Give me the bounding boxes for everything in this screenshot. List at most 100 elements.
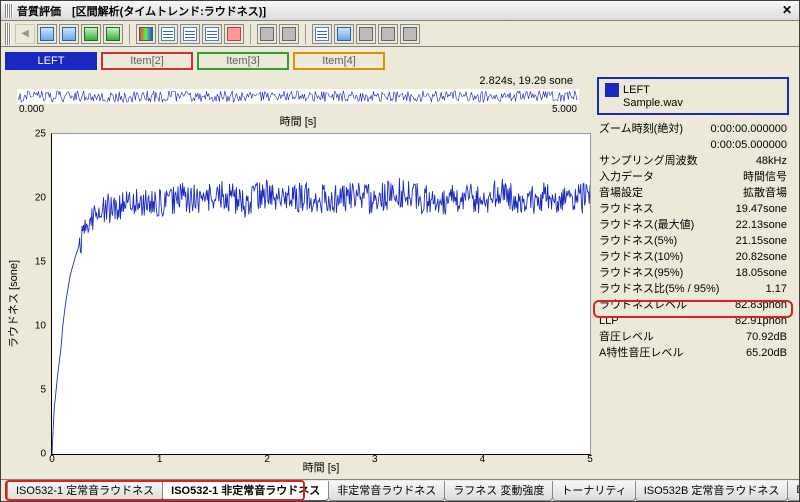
prev-button: ◀ (15, 24, 35, 44)
overview-waveform[interactable] (17, 89, 579, 104)
toolbar-grip[interactable] (5, 23, 11, 45)
info-row: ラウドネス(最大値)22.13sone (597, 217, 789, 233)
gradient-icon (139, 27, 153, 41)
plot-column: 2.824s, 19.29 sone 0.000 5.000 時間 [s] (5, 75, 591, 475)
info-key: ズーム時刻(絶対) (599, 122, 683, 136)
x-tick: 0 (49, 454, 55, 465)
y-tick: 5 (40, 385, 46, 396)
y-tick: 0 (40, 449, 46, 460)
info-value: 拡散音場 (743, 186, 787, 200)
legend-item-2[interactable]: Item[2] (101, 52, 193, 70)
info-value: 1.17 (766, 282, 787, 296)
info-legend-name: LEFT (623, 84, 650, 96)
info-value: 18.05sone (736, 266, 787, 280)
overlay-button[interactable] (103, 24, 123, 44)
cursor-button[interactable] (257, 24, 277, 44)
x-tick: 1 (157, 454, 163, 465)
prev-icon: ◀ (21, 28, 29, 39)
legend-item-4[interactable]: Item[4] (293, 52, 385, 70)
stack-icon (359, 27, 373, 41)
info-key: ラウドネス (599, 202, 654, 216)
series-legend-row: LEFT Item[2] Item[3] Item[4] (5, 51, 795, 71)
stack-button-2[interactable] (378, 24, 398, 44)
spectrum-icon (161, 27, 175, 41)
cursor-readout: 2.824s, 19.29 sone (5, 75, 591, 89)
info-legend-file: Sample.wav (605, 97, 781, 109)
info-row: A特性音圧レベル65.20dB (597, 345, 789, 361)
tab[interactable]: トーナリティ (552, 481, 635, 501)
plot-icon (315, 27, 329, 41)
tab[interactable]: ラフネス 変動強度 (444, 481, 553, 501)
range-icon (282, 27, 296, 41)
tab[interactable]: ISO532B 定常音ラウドネス (635, 481, 789, 501)
range-button[interactable] (279, 24, 299, 44)
info-key: 音圧レベル (599, 330, 654, 344)
legend-item-3[interactable]: Item[3] (197, 52, 289, 70)
info-row: ラウドネスレベル82.83phon (597, 297, 789, 313)
plot-button-1[interactable] (158, 24, 178, 44)
info-row: 入力データ 時間信号 (597, 169, 789, 185)
x-tick: 2 (264, 454, 270, 465)
x-tick: 3 (372, 454, 378, 465)
document-icon (40, 27, 54, 41)
close-icon: ✕ (782, 3, 792, 17)
info-value: 0:00:05.000000 (711, 138, 787, 152)
tab-bar: ISO532-1 定常音ラウドネスISO532-1 非定常音ラウドネス非定常音ラ… (1, 479, 799, 501)
doc-button-1[interactable] (37, 24, 57, 44)
info-row: ラウドネス比(5% / 95%) 1.17 (597, 281, 789, 297)
info-row: 0:00:05.000000 (597, 137, 789, 153)
info-value: 22.13sone (736, 218, 787, 232)
cursor-icon (260, 27, 274, 41)
window: 音質評価 [区間解析(タイムトレンド:ラウドネス)] ✕ ◀ LEFT Item… (0, 0, 800, 502)
info-value: 0:00:00.000000 (711, 122, 787, 136)
toolbar-separator (129, 24, 130, 44)
toolbar: ◀ (1, 21, 799, 47)
properties-button[interactable] (334, 24, 354, 44)
info-legend-swatch (605, 83, 619, 97)
expand-button[interactable] (400, 24, 420, 44)
stack-multi-icon (381, 27, 395, 41)
main-plot-wrap: ラウドネス [sone] 2520151050 012345 時間 [s] (5, 133, 591, 475)
plot-button-2[interactable] (180, 24, 200, 44)
info-panel: LEFT Sample.wav ズーム時刻(絶対) 0:00:00.000000 0… (595, 75, 795, 475)
tab[interactable]: DIN456 (787, 481, 799, 501)
info-value: 48kHz (756, 154, 787, 168)
titlebar: 音質評価 [区間解析(タイムトレンド:ラウドネス)] ✕ (1, 1, 799, 21)
wave-button[interactable] (202, 24, 222, 44)
y-axis-label-wrap: ラウドネス [sone] (5, 133, 21, 475)
info-row: ズーム時刻(絶対) 0:00:00.000000 (597, 121, 789, 137)
info-row: ラウドネス(5%)21.15sone (597, 233, 789, 249)
tab[interactable]: ISO532-1 非定常音ラウドネス (162, 481, 329, 501)
info-key: LLP (599, 314, 619, 328)
info-key: ラウドネス(10%) (599, 250, 683, 264)
info-row: 音場設定拡散音場 (597, 185, 789, 201)
y-tick: 15 (35, 257, 46, 268)
info-value: 20.82sone (736, 250, 787, 264)
doc-button-2[interactable] (59, 24, 79, 44)
tab[interactable]: ISO532-1 定常音ラウドネス (7, 481, 163, 501)
y-tick: 20 (35, 193, 46, 204)
stack-button-1[interactable] (356, 24, 376, 44)
close-button[interactable]: ✕ (779, 3, 795, 19)
info-key: ラウドネス(5%) (599, 234, 677, 248)
info-value: 70.92dB (746, 330, 787, 344)
info-value: 65.20dB (746, 346, 787, 360)
region-button[interactable] (224, 24, 244, 44)
plot-button-3[interactable] (312, 24, 332, 44)
plot-area[interactable]: 2520151050 012345 (51, 133, 591, 455)
tab[interactable]: 非定常音ラウドネス (328, 481, 445, 501)
info-value: 時間信号 (743, 170, 787, 184)
info-key: 入力データ (599, 170, 654, 184)
chart-button[interactable] (81, 24, 101, 44)
legend-item-left[interactable]: LEFT (5, 52, 97, 70)
main-plot-column: 2520151050 012345 時間 [s] (21, 133, 591, 475)
info-row: ラウドネス19.47sone (597, 201, 789, 217)
signal-icon (205, 27, 219, 41)
chart-icon (84, 27, 98, 41)
properties-icon (337, 27, 351, 41)
info-key: ラウドネス比(5% / 95%) (599, 282, 719, 296)
x-ticks: 012345 (52, 454, 590, 468)
titlebar-grip[interactable] (5, 4, 13, 18)
colormap-button[interactable] (136, 24, 156, 44)
y-axis-label: ラウドネス [sone] (5, 260, 21, 348)
